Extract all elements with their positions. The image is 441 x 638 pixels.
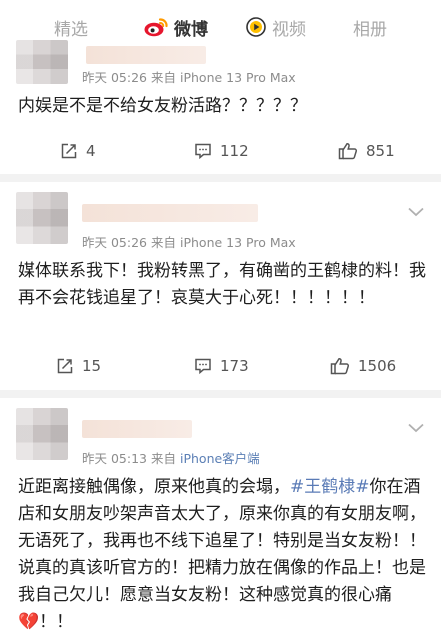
tab-video[interactable]: 视频 (246, 14, 306, 40)
repost-button[interactable]: 4 (60, 142, 96, 160)
comment-count: 112 (220, 142, 249, 160)
action-bar: 15 173 1506 (0, 357, 441, 381)
repost-count: 15 (82, 357, 102, 375)
hashtag-link[interactable]: #王鹤棣# (290, 477, 370, 497)
tab-label: 精选 (54, 19, 88, 40)
tab-label: 视频 (272, 19, 306, 40)
chevron-down-icon[interactable] (407, 422, 425, 434)
post-time: 昨天 05:13 (82, 451, 147, 466)
avatar[interactable] (16, 408, 68, 460)
chevron-down-icon[interactable] (407, 206, 425, 218)
broken-heart-emoji: 💔 (18, 612, 40, 632)
repost-icon (57, 358, 73, 374)
post-card[interactable]: 昨天 05:13 来自 iPhone客户端 近距离接触偶像，原来他真的会塌，#王… (0, 398, 441, 638)
tab-weibo[interactable]: 微博 (144, 14, 208, 40)
post-text: 媒体联系我下！我粉转黑了，有确凿的王鹤棣的料！我再不会花钱追星了！哀莫大于心死！… (18, 261, 426, 308)
tab-featured[interactable]: 精选 (54, 14, 88, 40)
comment-icon (195, 143, 211, 160)
post-card[interactable]: 昨天 05:26 来自 iPhone 13 Pro Max 媒体联系我下！我粉转… (0, 182, 441, 390)
repost-icon (61, 143, 77, 159)
post-text: 近距离接触偶像，原来他真的会塌，#王鹤棣#你在酒店和女朋友吵架声音太大了，原来你… (18, 474, 426, 636)
post-from: 来自 (150, 235, 176, 250)
comment-button[interactable]: 112 (194, 142, 249, 160)
like-button[interactable]: 851 (338, 142, 395, 160)
tab-album[interactable]: 相册 (353, 14, 387, 40)
post-text-part: ！！ (39, 612, 74, 632)
weibo-logo-icon (144, 17, 168, 37)
comment-button[interactable]: 173 (194, 357, 249, 375)
action-bar: 4 112 851 (0, 142, 441, 166)
video-play-icon (246, 17, 266, 37)
like-count: 851 (366, 142, 395, 160)
avatar[interactable] (16, 40, 68, 84)
avatar[interactable] (16, 192, 68, 244)
post-divider (0, 174, 441, 182)
post-source: iPhone 13 Pro Max (179, 70, 296, 85)
post-time: 昨天 05:26 (82, 70, 147, 85)
post-from: 来自 (150, 70, 176, 85)
post-card[interactable]: 昨天 05:26 来自 iPhone 13 Pro Max 内娱是不是不给女友粉… (0, 40, 441, 174)
comment-icon (195, 358, 211, 375)
post-source[interactable]: iPhone客户端 (180, 451, 260, 466)
like-button[interactable]: 1506 (330, 357, 396, 375)
tab-label: 相册 (353, 19, 387, 40)
comment-count: 173 (220, 357, 249, 375)
username[interactable] (82, 204, 258, 222)
like-icon (330, 358, 350, 375)
repost-button[interactable]: 15 (56, 357, 101, 375)
post-meta: 昨天 05:26 来自 iPhone 13 Pro Max (82, 67, 296, 86)
username[interactable] (82, 420, 192, 438)
post-text-part: 近距离接触偶像，原来他真的会塌， (18, 477, 290, 497)
like-icon (338, 143, 358, 160)
post-meta: 昨天 05:26 来自 iPhone 13 Pro Max (82, 232, 296, 251)
username[interactable] (86, 46, 206, 64)
post-divider (0, 390, 441, 398)
post-time: 昨天 05:26 (82, 235, 147, 250)
repost-count: 4 (86, 142, 96, 160)
like-count: 1506 (358, 357, 397, 375)
post-source: iPhone 13 Pro Max (179, 235, 296, 250)
post-text: 内娱是不是不给女友粉活路？？？？？ (18, 96, 307, 116)
post-from: 来自 (150, 451, 176, 466)
tab-label: 微博 (174, 19, 208, 40)
post-meta: 昨天 05:13 来自 iPhone客户端 (82, 448, 260, 467)
